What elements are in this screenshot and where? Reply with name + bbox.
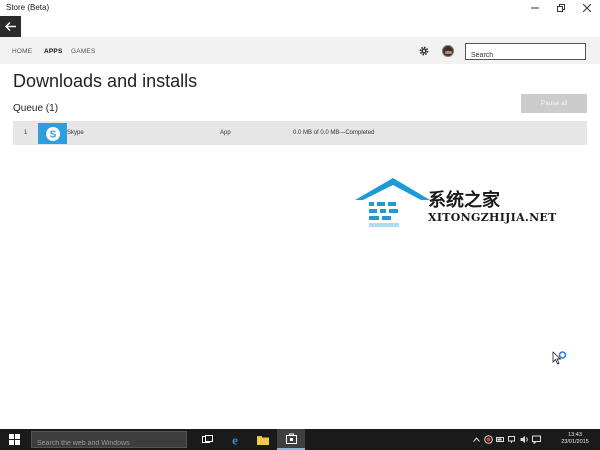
- house-logo-icon: [355, 178, 430, 227]
- taskbar-search-input[interactable]: [32, 436, 186, 450]
- network-icon[interactable]: [508, 435, 517, 444]
- tab-home[interactable]: HOME: [12, 48, 32, 55]
- title-bar: Store (Beta): [0, 0, 600, 16]
- security-icon[interactable]: [484, 435, 493, 444]
- back-arrow-icon: [5, 22, 16, 31]
- close-button[interactable]: [574, 0, 600, 16]
- svg-text:e: e: [232, 434, 238, 446]
- window-controls: [522, 0, 600, 16]
- minimize-button[interactable]: [522, 0, 548, 16]
- watermark-title: 系统之家: [428, 190, 500, 211]
- power-icon[interactable]: [496, 435, 505, 444]
- file-explorer-button[interactable]: [249, 429, 277, 450]
- app-type: App: [220, 130, 231, 136]
- taskbar-clock[interactable]: 13:43 23/01/2015: [553, 432, 597, 446]
- tab-games[interactable]: GAMES: [71, 48, 95, 55]
- skype-icon: S: [38, 123, 67, 144]
- maximize-button[interactable]: [548, 0, 574, 16]
- task-view-button[interactable]: [193, 429, 221, 450]
- gear-icon[interactable]: [418, 45, 430, 57]
- chevron-up-icon[interactable]: [472, 435, 481, 444]
- queue-item[interactable]: 1 S Skype App 0.0 MB of 0.0 MB—Completed: [13, 121, 587, 145]
- queue-heading: Queue (1): [13, 103, 59, 114]
- pause-all-button[interactable]: Pause all: [521, 94, 587, 113]
- svg-text:S: S: [49, 129, 56, 140]
- search-input[interactable]: [466, 48, 585, 63]
- clock-date: 23/01/2015: [561, 439, 589, 445]
- watermark-logo: 系统之家 XITONGZHIJIA.NET: [355, 178, 557, 248]
- notification-icon[interactable]: [532, 435, 541, 444]
- app-name: Skype: [67, 130, 84, 136]
- search-box[interactable]: [465, 43, 586, 63]
- task-view-icon: [201, 435, 213, 443]
- system-tray: [472, 429, 541, 450]
- volume-icon[interactable]: [520, 435, 529, 444]
- avatar[interactable]: [442, 45, 454, 57]
- restore-icon: [557, 4, 565, 12]
- edge-browser-button[interactable]: e: [221, 429, 249, 450]
- window-title: Store (Beta): [6, 3, 50, 12]
- minimize-icon: [531, 7, 539, 9]
- start-button[interactable]: [0, 429, 28, 450]
- close-icon: [583, 4, 591, 12]
- page-title: Downloads and installs: [13, 71, 198, 91]
- taskbar: e 13:43: [0, 429, 600, 450]
- edge-icon: e: [232, 434, 238, 446]
- clock-time: 13:43: [568, 432, 582, 438]
- back-button[interactable]: [0, 16, 21, 37]
- watermark-url: XITONGZHIJIA.NET: [428, 211, 557, 224]
- download-status: 0.0 MB of 0.0 MB—Completed: [293, 130, 375, 136]
- taskbar-search-box[interactable]: [31, 431, 187, 450]
- queue-index: 1: [24, 130, 28, 136]
- store-taskbar-button[interactable]: [277, 429, 305, 450]
- store-icon: [285, 433, 297, 444]
- tab-apps[interactable]: APPS: [44, 48, 63, 55]
- mouse-cursor-icon: [552, 351, 567, 365]
- windows-logo-icon: [8, 434, 20, 445]
- file-explorer-icon: [257, 435, 269, 445]
